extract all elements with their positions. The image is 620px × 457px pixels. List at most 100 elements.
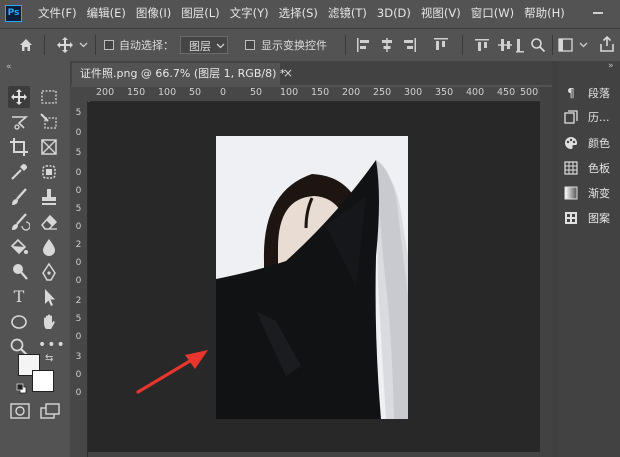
ruler-tick-label: 0 <box>75 222 82 232</box>
eraser-tool-button[interactable] <box>38 211 60 233</box>
healing-brush-tool-button[interactable] <box>38 161 60 183</box>
panel-paragraph[interactable]: ¶ 段落 <box>564 83 620 105</box>
ruler-tick-label: 0 <box>75 258 82 268</box>
menu-layer[interactable]: 图层(L) <box>176 0 224 27</box>
auto-select-checkbox[interactable] <box>104 40 114 50</box>
align-horizontal-center-icon[interactable] <box>379 37 395 53</box>
menu-window[interactable]: 窗口(W) <box>466 0 519 27</box>
auto-select-target-select[interactable]: 图层 <box>180 36 228 54</box>
history-brush-tool-button[interactable] <box>8 211 30 233</box>
share-icon[interactable] <box>599 36 615 53</box>
horizontal-ruler[interactable]: 200 150 100 50 0 50 100 150 200 250 300 … <box>90 87 542 102</box>
workspace-icon[interactable] <box>558 38 573 52</box>
ruler-tick-label: 50 <box>189 87 202 98</box>
eyedropper-tool-button[interactable] <box>8 161 30 183</box>
distribute-vertical-center-icon[interactable] <box>497 37 513 53</box>
panel-patterns[interactable]: 图案 <box>564 208 620 230</box>
ruler-tick-label: 150 <box>311 87 330 98</box>
home-icon[interactable] <box>18 37 34 53</box>
distribute-top-icon[interactable] <box>474 37 490 53</box>
separator <box>44 35 45 55</box>
distribute-bottom-icon[interactable] <box>516 37 524 53</box>
collapsed-panels-dock: » ¶ 段落 历... 颜色 色板 渐变 图案 <box>558 61 620 457</box>
separator <box>462 35 463 55</box>
separator <box>95 35 96 55</box>
id-photo-canvas[interactable] <box>216 136 408 419</box>
vertical-scrollbar[interactable] <box>540 87 552 457</box>
lasso-tool-button[interactable] <box>8 111 30 133</box>
search-icon[interactable] <box>530 37 546 53</box>
menu-type[interactable]: 文字(Y) <box>225 0 274 27</box>
ruler-tick-label: 150 <box>127 87 146 98</box>
type-tool-button[interactable]: T <box>8 286 30 308</box>
ruler-origin[interactable] <box>70 87 90 101</box>
move-tool-icon[interactable] <box>56 36 74 54</box>
swap-colors-icon[interactable]: ⇆ <box>45 353 53 364</box>
panel-swatches[interactable]: 色板 <box>564 158 620 180</box>
object-selection-tool-button[interactable] <box>38 111 60 133</box>
ruler-tick-label: 0 <box>75 332 82 342</box>
collapse-arrows-icon[interactable]: « <box>6 62 12 72</box>
canvas-area[interactable] <box>88 102 540 457</box>
paint-bucket-tool-button[interactable] <box>8 236 30 258</box>
background-color-swatch[interactable] <box>32 370 54 392</box>
ruler-tick-label: 2 <box>75 296 82 306</box>
close-tab-icon[interactable]: × <box>283 65 293 81</box>
ruler-tick-label: 250 <box>373 87 392 98</box>
ruler-tick-label: 0 <box>75 128 82 138</box>
history-icon <box>564 110 578 124</box>
menu-bar: Ps 文件(F) 编辑(E) 图像(I) 图层(L) 文字(Y) 选择(S) 滤… <box>0 0 620 27</box>
marquee-tool-button[interactable] <box>38 86 60 108</box>
align-top-icon[interactable] <box>433 37 449 53</box>
frame-tool-button[interactable] <box>38 136 60 158</box>
default-colors-icon[interactable] <box>16 383 27 394</box>
screen-mode-icon[interactable] <box>40 403 60 419</box>
menu-3d[interactable]: 3D(D) <box>372 0 416 27</box>
hand-tool-button[interactable] <box>38 311 60 333</box>
collapse-arrows-icon[interactable]: » <box>608 61 614 71</box>
ruler-tick-label: 0 <box>75 388 82 398</box>
panel-label: 图案 <box>588 212 610 225</box>
ruler-tick-label: 100 <box>280 87 299 98</box>
separator <box>552 35 553 55</box>
dodge-tool-button[interactable] <box>8 261 30 283</box>
minimize-icon[interactable] <box>593 12 603 14</box>
stamp-tool-button[interactable] <box>38 186 60 208</box>
blur-tool-button[interactable] <box>38 236 60 258</box>
ruler-tick-label: 100 <box>158 87 177 98</box>
align-left-icon[interactable] <box>356 37 372 53</box>
ruler-tick-label: 5 <box>75 108 82 118</box>
chevron-down-icon[interactable] <box>579 42 588 48</box>
ruler-tick-label: 0 <box>220 87 227 98</box>
panel-history[interactable]: 历... <box>564 107 620 129</box>
red-arrow-annotation <box>136 350 208 394</box>
menu-view[interactable]: 视图(V) <box>416 0 466 27</box>
brush-tool-button[interactable] <box>8 186 30 208</box>
vertical-ruler[interactable]: 5 0 5 0 0 5 0 2 0 0 2 5 0 3 0 0 <box>70 101 88 457</box>
menu-filter[interactable]: 滤镜(T) <box>323 0 372 27</box>
quick-mask-icon[interactable] <box>10 403 30 419</box>
show-transform-checkbox[interactable] <box>245 40 255 50</box>
separator <box>345 35 346 55</box>
menu-file[interactable]: 文件(F) <box>33 0 82 27</box>
chevron-down-icon[interactable] <box>79 42 88 48</box>
panel-color[interactable]: 颜色 <box>564 133 620 155</box>
align-right-icon[interactable] <box>401 37 417 53</box>
pen-tool-button[interactable] <box>38 261 60 283</box>
move-tool-button[interactable] <box>8 86 30 108</box>
ellipse-tool-button[interactable] <box>8 311 30 333</box>
crop-tool-button[interactable] <box>8 136 30 158</box>
panel-gradient[interactable]: 渐变 <box>564 183 620 205</box>
color-icon <box>565 137 577 149</box>
ruler-tick-label: 0 <box>75 186 82 196</box>
menu-select[interactable]: 选择(S) <box>274 0 323 27</box>
path-selection-tool-button[interactable] <box>38 286 60 308</box>
panel-label: 历... <box>588 111 610 124</box>
menu-help[interactable]: 帮助(H) <box>519 0 570 27</box>
auto-select-label: 自动选择： <box>119 39 174 52</box>
id-photo-image <box>216 136 408 419</box>
document-tab[interactable]: 证件照.png @ 66.7% (图层 1, RGB/8) * <box>72 63 285 85</box>
ruler-tick-label: 450 <box>497 87 516 98</box>
menu-edit[interactable]: 编辑(E) <box>82 0 131 27</box>
menu-image[interactable]: 图像(I) <box>131 0 176 27</box>
